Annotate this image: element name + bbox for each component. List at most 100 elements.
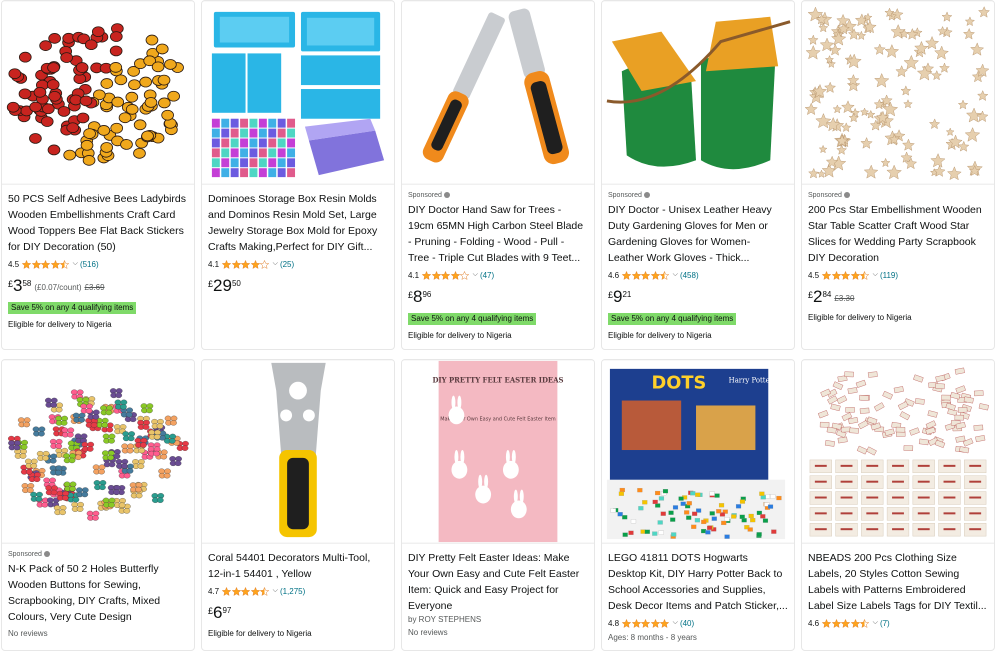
product-title[interactable]: NBEADS 200 Pcs Clothing Size Labels, 20 … [808,550,988,614]
sponsored-label[interactable]: Sponsored [8,550,188,560]
chevron-down-icon[interactable]: ⌵ [473,271,478,279]
star-rating[interactable] [622,270,670,280]
product-image[interactable] [802,1,994,185]
star-icon [31,259,41,269]
price-whole: 8 [413,287,423,306]
sponsored-label[interactable]: Sponsored [808,191,988,201]
multi-tool-image [202,360,394,543]
product-card[interactable]: Sponsored DIY Doctor Hand Saw for Trees … [401,0,595,350]
review-count-link[interactable]: (1,275) [280,587,305,596]
product-card[interactable]: Sponsored N-K Pack of 50 2 Holes Butterf… [1,359,195,651]
review-count-link[interactable]: (516) [80,260,99,269]
product-title[interactable]: DIY Pretty Felt Easter Ideas: Make Your … [408,550,588,614]
star-icon [260,586,270,596]
review-count-link[interactable]: (40) [680,619,694,628]
promo-badge[interactable]: Save 5% on any 4 qualifying items [408,313,537,325]
product-image[interactable] [602,1,794,185]
price-whole: 29 [213,276,232,295]
product-card[interactable]: Sponsored DIY Doctor - Unisex Leather He… [601,0,795,350]
lego-dots-image: DOTS Harry Potter [602,360,794,543]
review-count-link[interactable]: (7) [880,619,890,628]
star-icon [231,259,241,269]
price[interactable]: £ 9 21 [608,288,788,308]
info-icon[interactable] [843,192,850,199]
chevron-down-icon[interactable]: ⌵ [73,260,78,268]
sponsored-label[interactable]: Sponsored [608,191,788,201]
delivery-text: Eligible for delivery to Nigeria [408,331,512,340]
product-title[interactable]: LEGO 41811 DOTS Hogwarts Desktop Kit, DI… [608,550,788,614]
price[interactable]: £ 29 50 [208,277,388,297]
star-icon [222,259,232,269]
star-icon [41,259,51,269]
chevron-down-icon[interactable]: ⌵ [873,619,878,627]
chevron-down-icon[interactable]: ⌵ [673,619,678,627]
product-title[interactable]: DIY Doctor Hand Saw for Trees - 19cm 65M… [408,202,588,266]
product-title[interactable]: Coral 54401 Decorators Multi-Tool, 12-in… [208,550,388,582]
product-title[interactable]: DIY Doctor - Unisex Leather Heavy Duty G… [608,202,788,266]
review-count-link[interactable]: (47) [480,271,494,280]
price[interactable]: £ 3 58 (£0.07/count) £3.69 [8,277,188,297]
author-text[interactable]: by ROY STEPHENS [408,615,588,624]
price[interactable]: £ 2 84 £3.30 [808,288,988,308]
star-rating[interactable] [422,270,470,280]
sewing-labels-image [802,360,994,543]
book-cover-image: DIY PRETTY FELT EASTER IDEAS Make Your O… [402,360,594,543]
star-icon [460,270,470,280]
product-title[interactable]: Dominoes Storage Box Resin Molds and Dom… [208,191,388,255]
product-image[interactable] [202,360,394,544]
product-image[interactable] [202,1,394,185]
product-image[interactable] [402,1,594,185]
rating-row: 4.6 ⌵ (458) [608,268,788,282]
was-price: £3.69 [84,283,105,292]
promo-badge[interactable]: Save 5% on any 4 qualifying items [608,313,737,325]
product-title[interactable]: N-K Pack of 50 2 Holes Butterfly Wooden … [8,561,188,625]
sponsored-label[interactable]: Sponsored [408,191,588,201]
product-card[interactable]: Dominoes Storage Box Resin Molds and Dom… [201,0,395,350]
chevron-down-icon[interactable]: ⌵ [273,587,278,595]
product-card[interactable]: Coral 54401 Decorators Multi-Tool, 12-in… [201,359,395,651]
product-title[interactable]: 200 Pcs Star Embellishment Wooden Star T… [808,202,988,266]
rating-row: 4.6 ⌵ (7) [808,616,988,630]
price[interactable]: £ 8 96 [408,288,588,308]
star-rating[interactable] [222,259,270,269]
rating-value: 4.8 [608,618,620,628]
chevron-down-icon[interactable]: ⌵ [273,260,278,268]
promo-badge[interactable]: Save 5% on any 4 qualifying items [8,302,137,314]
info-icon[interactable] [643,192,650,199]
rating-row: 4.7 ⌵ (1,275) [208,584,388,598]
info-icon[interactable] [43,551,50,558]
rating-value: 4.1 [408,270,420,280]
star-icon [450,270,460,280]
price-whole: 6 [213,603,223,622]
rating-row: 4.1 ⌵ (25) [208,257,388,271]
review-count-link[interactable]: (458) [680,271,699,280]
wooden-stars-image [802,1,994,184]
star-rating[interactable] [22,259,70,269]
product-card[interactable]: NBEADS 200 Pcs Clothing Size Labels, 20 … [801,359,995,651]
price[interactable]: £ 6 97 [208,604,388,624]
star-rating[interactable] [822,270,870,280]
product-title[interactable]: 50 PCS Self Adhesive Bees Ladybirds Wood… [8,191,188,255]
product-image[interactable] [2,360,194,544]
review-count-link[interactable]: (25) [280,260,294,269]
product-image[interactable]: DIY PRETTY FELT EASTER IDEAS Make Your O… [402,360,594,544]
price-fraction: 58 [22,279,32,288]
rating-row: 4.8 ⌵ (40) [608,616,788,630]
star-rating[interactable] [822,618,870,628]
chevron-down-icon[interactable]: ⌵ [873,271,878,279]
product-image[interactable] [2,1,194,185]
lego-box-subtitle: Harry Potter [729,377,774,385]
product-card[interactable]: 50 PCS Self Adhesive Bees Ladybirds Wood… [1,0,195,350]
product-image[interactable] [802,360,994,544]
info-icon[interactable] [443,192,450,199]
product-image[interactable]: DOTS Harry Potter [602,360,794,544]
star-rating[interactable] [622,618,670,628]
rating-row: 4.1 ⌵ (47) [408,268,588,282]
product-card[interactable]: Sponsored 200 Pcs Star Embellishment Woo… [801,0,995,350]
product-card[interactable]: DOTS Harry Potter LEGO 41811 DOTS Hogwar… [601,359,795,651]
ladybirds-bees-image [2,1,194,184]
star-rating[interactable] [222,586,270,596]
chevron-down-icon[interactable]: ⌵ [673,271,678,279]
product-card[interactable]: DIY PRETTY FELT EASTER IDEAS Make Your O… [401,359,595,651]
review-count-link[interactable]: (119) [880,271,898,280]
